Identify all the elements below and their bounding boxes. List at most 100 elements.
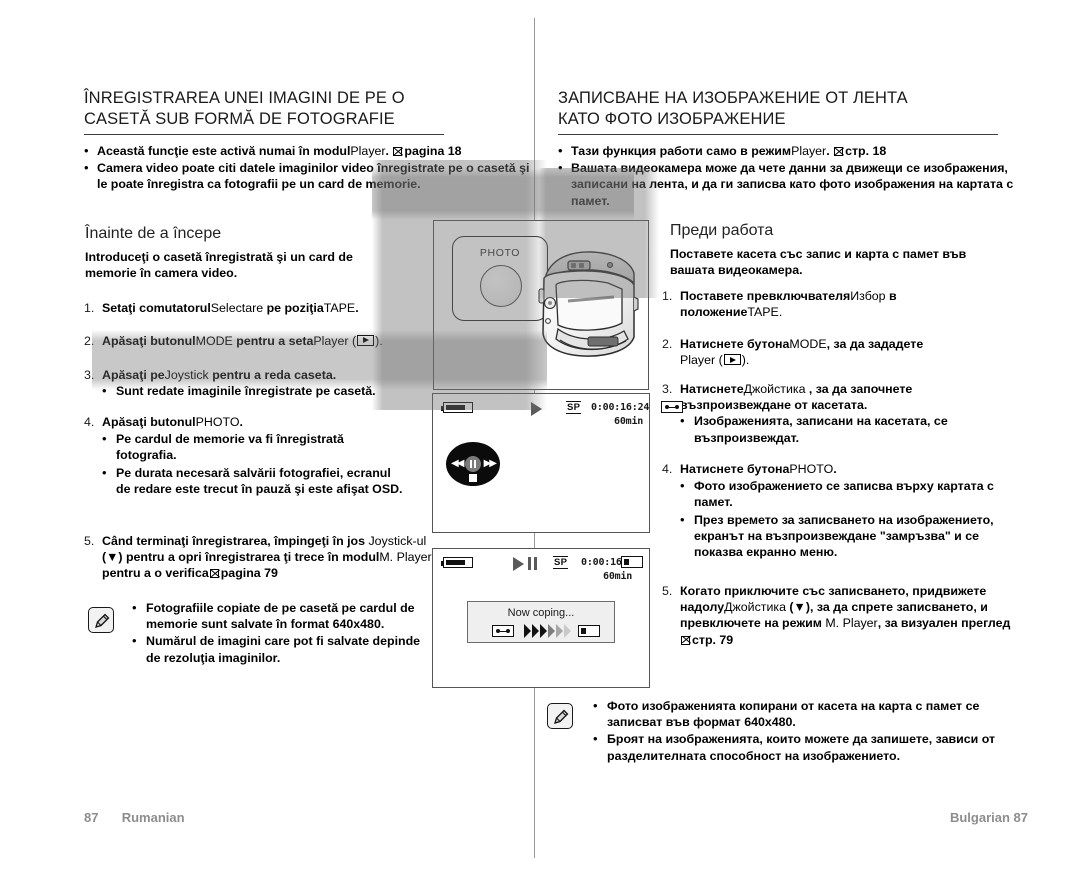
list-item: • Тази функция работи само в режимPlayer… (558, 143, 1018, 159)
step-bg-5-ref: стр. 79 (692, 632, 734, 647)
intro-bullet-bg-1-post: . (826, 144, 834, 158)
rewind-icon: ◀◀ (451, 458, 464, 469)
step-bg-3-number: 3. (662, 382, 673, 396)
intro-bullet-1-ref: pagina 18 (404, 144, 462, 158)
play-icon (513, 557, 524, 571)
step-bg-1-l2: TAPE (747, 305, 779, 320)
step-bg-3-b1: Натиснете (680, 382, 744, 396)
page-reference-icon (209, 569, 219, 579)
step-bg-4-number: 4. (662, 462, 673, 476)
footer-left: 87 Rumanian (84, 810, 185, 825)
page-reference-icon (834, 147, 844, 156)
before-you-begin-heading: Înainte de a începe (85, 225, 222, 242)
step-4-l1: PHOTO (195, 415, 240, 429)
step-4: 4. Apăsaţi butonulPHOTO. • Pe cardul de … (84, 414, 404, 497)
step-5-ref: pagina 79 (220, 566, 278, 581)
intro-bullet-bg-2: Вашата видеокамера може да чете данни за… (571, 160, 1018, 209)
page-reference-icon (393, 147, 403, 156)
step-bg-5-line1: Когато приключите със записването, (680, 584, 909, 598)
step-1-b1: Setaţi comutatorul (102, 301, 211, 315)
step-4-sub-2: • Pe durata necesară salvării fotografie… (102, 465, 404, 497)
manual-page: ÎNREGISTRAREA UNEI IMAGINI DE PE O CASET… (0, 0, 1080, 874)
play-icon (357, 335, 375, 346)
step-3-b2: pentru a reda caseta. (208, 368, 337, 382)
step-3-text: Apăsaţi peJoystick pentru a reda caseta. (102, 367, 444, 383)
forward-icon: ▶▶ (483, 458, 497, 469)
bullet-dot-icon: • (132, 600, 137, 615)
step-3-l1: Joystick (164, 368, 209, 382)
bullet-dot-icon: • (558, 143, 563, 158)
step-4-number: 4. (84, 415, 95, 429)
step-2-b1: Apăsaţi butonul (102, 334, 196, 348)
before-you-begin-text: Introduceţi o casetă înregistrată şi un … (85, 249, 415, 281)
quality-badge: SP (553, 556, 569, 569)
page-title: ÎNREGISTRAREA UNEI IMAGINI DE PE O CASET… (84, 88, 444, 135)
bullet-dot-icon: • (102, 464, 107, 480)
step-bg-2-b2: , за да зададете (826, 337, 924, 351)
note-bg-item-1-text: Фото изображенията копирани от касета на… (607, 699, 980, 730)
step-1-l2: TAPE (323, 301, 356, 315)
step-bg-1-b4: . (778, 305, 783, 320)
footer-right: Bulgarian 87 (949, 810, 1028, 825)
step-5-l3: M. Player (379, 550, 432, 565)
step-2: 2. Apăsaţi butonulMODE pentru a setaPlay… (84, 333, 444, 349)
bullet-dot-icon: • (593, 731, 598, 747)
step-bg-4-text: Натиснете бутонаPHOTO. (680, 461, 1007, 477)
list-item: • Вашата видеокамера може да чете данни … (558, 160, 1018, 209)
step-bg-2-b1: Натиснете бутона (680, 337, 790, 351)
page-title-bg-line1: ЗАПИСВАНЕ НА ИЗОБРАЖЕНИЕ ОТ ЛЕНТА (558, 89, 908, 107)
step-2-b4: ). (375, 334, 383, 348)
note-bg-item-2: • Броят на изображенията, които можете д… (593, 731, 1018, 763)
step-5-number: 5. (84, 534, 95, 548)
step-bg-2-l2: Player (680, 353, 716, 368)
step-bg-4-b1: Натиснете бутона (680, 462, 790, 476)
intro-bullet-bg-1-mode: Player (791, 144, 827, 158)
step-bg-1-b2: в (885, 289, 897, 303)
intro-bullet-2-line1: Camera video poate citi datele imaginilo… (97, 161, 474, 176)
step-2-b2: pentru a seta (232, 334, 314, 348)
step-3-b1: Apăsaţi pe (102, 368, 165, 382)
camcorder-icon (538, 251, 639, 357)
footer-page-number: 87 (84, 810, 99, 825)
stop-icon (469, 474, 477, 482)
chevrons-icon (524, 624, 571, 638)
step-1-l1: Selectare (210, 301, 264, 315)
step-bg-4-b2: . (833, 462, 837, 476)
step-bg-4-sub-2: • През времето за записването на изображ… (680, 512, 1007, 561)
note-item-2: • Numărul de imagini care pot fi salvate… (132, 633, 432, 665)
step-4-sub-2-text: Pe durata necesară salvării fotografiei,… (116, 465, 403, 496)
bullet-dot-icon: • (593, 698, 598, 713)
step-2-l1: MODE (195, 334, 233, 348)
note-bg-item-1: • Фото изображенията копирани от касета … (593, 698, 1018, 730)
step-bg-4-main: 4. Натиснете бутонаPHOTO. (662, 461, 1007, 477)
battery-icon (440, 557, 473, 568)
step-4-text: Apăsaţi butonulPHOTO. (102, 414, 404, 430)
step-bg-5-b4: , за визуален преглед (877, 616, 1011, 631)
tape-icon (492, 625, 514, 637)
step-4-sub-1-text: Pe cardul de memorie va fi înregistrată … (116, 432, 344, 463)
step-bg-3-text: НатиснетеДжойстика , за да започнете възп… (680, 381, 1002, 413)
intro-bullet-list-bg: • Тази функция работи само в режимPlayer… (558, 143, 1018, 209)
step-5-b3a: în modul (327, 550, 380, 565)
intro-bullet-1: Această funcţie este activă numai în mod… (97, 143, 536, 159)
step-1: 1. Setaţi comutatorulSelectare pe poziţi… (84, 300, 424, 316)
step-bg-3-sub-1: • Изображенията, записани на касетата, с… (680, 413, 1002, 445)
step-1-b3: . (355, 301, 359, 315)
note-item-1: • Fotografiile copiate de pe casetă pe c… (132, 600, 432, 632)
intro-bullet-1-bold: Această funcţie este activă numai în mod… (97, 144, 351, 158)
before-you-begin-heading-bg: Преди работа (670, 222, 774, 239)
dialog-title: Now coping... (507, 607, 575, 619)
step-5-b2: (▼) pentru a opri înregistrarea ţi trece (102, 550, 325, 565)
list-item: • Această funcţie este activă numai în m… (84, 143, 536, 159)
step-4-b1: Apăsaţi butonul (102, 415, 196, 429)
pause-icon (528, 557, 537, 570)
step-bg-3-sub-1-text: Изображенията, записани на касетата, се … (694, 414, 948, 445)
bullet-dot-icon: • (132, 633, 137, 649)
step-bg-5: 5. Когато приключите със записването, пр… (662, 583, 1012, 648)
step-bg-1-text: Поставете превключвателяИзбор в положение… (680, 288, 992, 320)
list-item: • Camera video poate citi datele imagini… (84, 160, 536, 192)
step-bg-4-sub-1-text: Фото изображението се записва върху карт… (694, 479, 994, 510)
step-bg-3-main: 3. НатиснетеДжойстика , за да започнете в… (662, 381, 1002, 413)
bullet-dot-icon: • (680, 478, 685, 494)
now-copying-dialog: Now coping... (467, 601, 615, 643)
